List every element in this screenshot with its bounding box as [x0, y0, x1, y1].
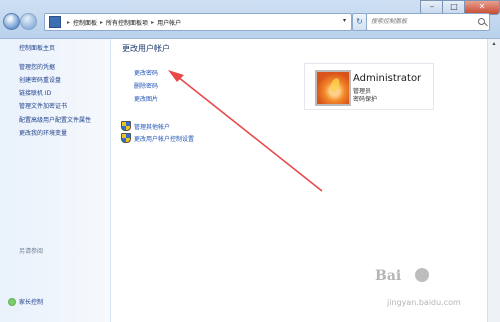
paw-icon — [415, 268, 429, 282]
watermark-brand: Bai — [375, 268, 402, 284]
annotation-arrow-line — [177, 76, 323, 192]
watermark-url: jingyan.baidu.com — [387, 298, 461, 307]
baidu-watermark: Bai jingyan.baidu.com — [375, 268, 493, 318]
